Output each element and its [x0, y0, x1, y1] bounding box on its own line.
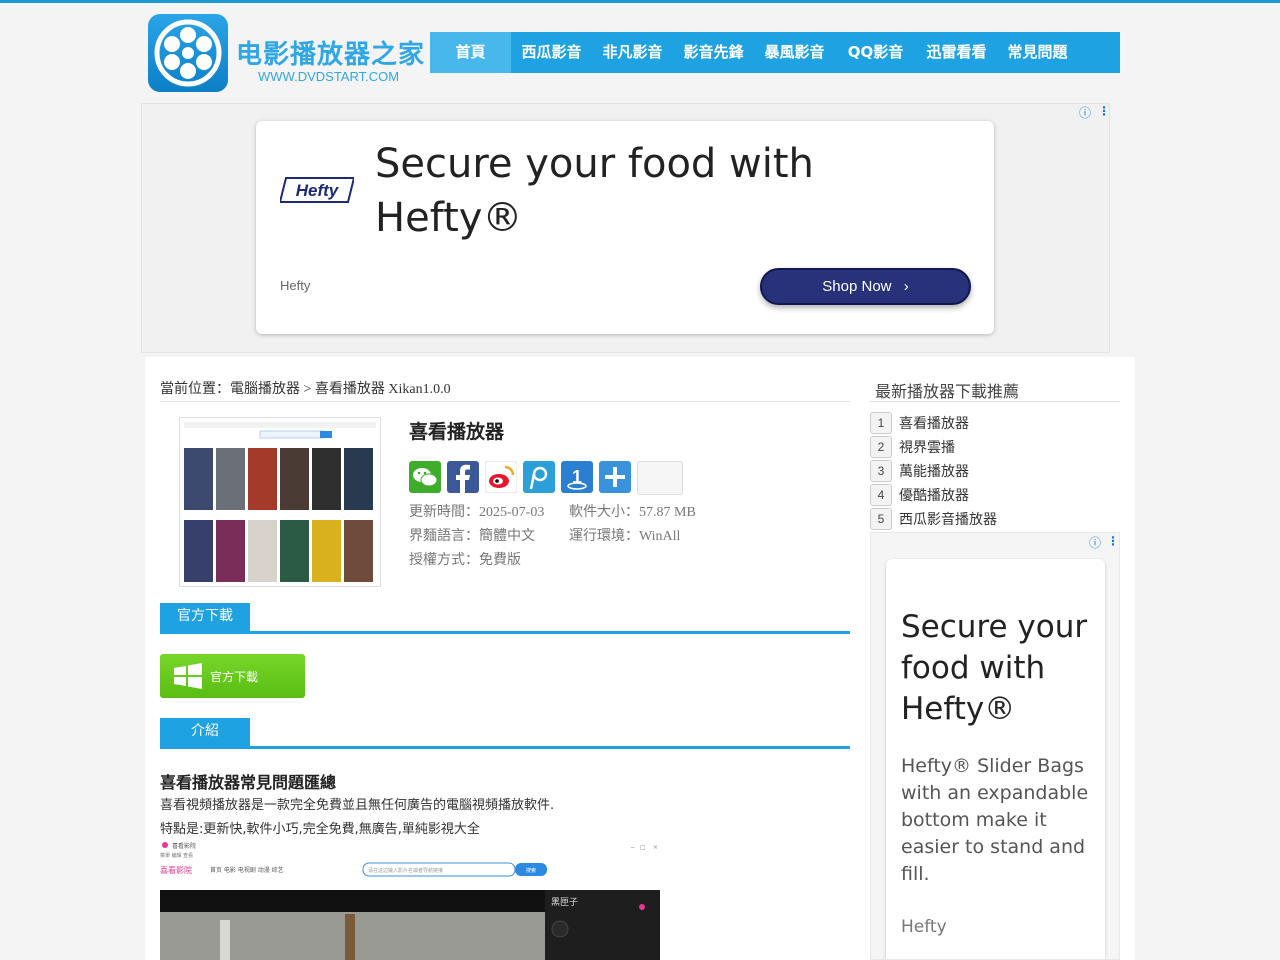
side-ad-card[interactable]: Secure your food with Hefty® Hefty® Slid…: [886, 559, 1105, 959]
share-count-box: [637, 461, 683, 495]
nav-home[interactable]: 首頁: [430, 32, 511, 73]
site-url: WWW.DVDSTART.COM: [258, 69, 400, 84]
official-download-label: 官方下載: [210, 670, 259, 684]
side-ad-info-icon[interactable]: ⓘ: [1089, 534, 1101, 551]
rank-number: 2: [870, 436, 892, 458]
screenshot-app-label: 喜看影院: [172, 842, 196, 850]
meta-license: 授權方式：免費版: [409, 553, 521, 568]
product-thumbnail[interactable]: [179, 417, 381, 587]
rank-number: 4: [870, 484, 892, 506]
meta-size: 軟件大小：57.87 MB: [569, 505, 696, 520]
screenshot-search-button: 搜索: [526, 867, 536, 874]
main-content: 當前位置：電腦播放器 > 喜看播放器 Xikan1.0.0 喜看播放器 1 更新…: [145, 357, 1135, 960]
main-nav: 首頁 西瓜影音 非凡影音 影音先鋒 暴風影音 QQ影音 迅雷看看 常見問題: [430, 32, 1120, 73]
chevron-right-icon: ›: [903, 278, 909, 295]
download-section-tab: 官方下載: [160, 603, 250, 631]
meta-updated: 更新時間：2025-07-03: [409, 505, 545, 520]
site-title[interactable]: 电影播放器之家: [236, 34, 425, 71]
tencent-weibo-icon[interactable]: [523, 461, 555, 493]
sidebar-divider: [870, 401, 1120, 402]
screenshot-menu: 菜單 编辑 查看: [160, 852, 193, 859]
rank-label[interactable]: 視界雲播: [899, 437, 955, 457]
facebook-icon[interactable]: [447, 461, 479, 493]
intro-paragraph-1: 喜看視頻播放器是一款完全免費並且無任何廣告的電腦視頻播放軟件.: [160, 798, 555, 813]
faq-title: 喜看播放器常見問題匯總: [160, 773, 337, 792]
shop-now-button[interactable]: Shop Now ›: [760, 268, 971, 305]
site-logo-icon[interactable]: [148, 14, 228, 92]
meta-language: 界麵語言：簡體中文: [409, 529, 535, 544]
screenshot-tabs: 首页 电影 电视剧 动漫 综艺: [210, 866, 284, 874]
ad-card[interactable]: Hefty Secure your food with Hefty® Hefty…: [256, 121, 994, 334]
app-screenshot: 喜看影院 菜單 编辑 查看 喜看影院 首页 电影 电视剧 动漫 综艺 请在这边输…: [160, 840, 660, 960]
rank-label[interactable]: 優酷播放器: [899, 485, 969, 505]
svg-text:−: −: [630, 844, 635, 851]
nav-xunlei[interactable]: 迅雷看看: [916, 32, 997, 73]
product-title: 喜看播放器: [409, 421, 505, 443]
sidebar-ad[interactable]: ⓘ ⋮ Secure your food with Hefty® Hefty® …: [870, 532, 1120, 960]
renren-icon[interactable]: 1: [561, 461, 593, 493]
shop-now-label: Shop Now: [822, 278, 892, 295]
windows-icon: [174, 663, 202, 689]
top-ad-banner[interactable]: ⓘ ⋮ Hefty Secure your food with Hefty® H…: [141, 103, 1110, 353]
sidebar-title: 最新播放器下載推薦: [875, 382, 1020, 401]
wechat-icon[interactable]: [409, 461, 441, 493]
svg-text:□: □: [640, 844, 646, 851]
screenshot-search: 请在这边输入影片名或者导航链接: [368, 867, 443, 874]
weibo-icon[interactable]: [485, 461, 517, 493]
hefty-logo: Hefty: [278, 175, 356, 205]
nav-baofeng[interactable]: 暴風影音: [754, 32, 835, 73]
nav-qq[interactable]: QQ影音: [835, 32, 916, 73]
intro-paragraph-2: 特點是:更新快,軟件小巧,完全免費,無廣告,單純影視大全: [160, 822, 480, 837]
svg-text:1: 1: [572, 467, 582, 487]
side-ad-body: Hefty® Slider Bags with an expandable bo…: [901, 755, 1089, 885]
rank-label[interactable]: 西瓜影音播放器: [899, 509, 997, 529]
side-ad-headline[interactable]: Secure your food with Hefty®: [901, 607, 1101, 730]
nav-faq[interactable]: 常見問題: [997, 32, 1078, 73]
nav-xigua[interactable]: 西瓜影音: [511, 32, 592, 73]
rank-label[interactable]: 萬能播放器: [899, 461, 969, 481]
hefty-logo-text: Hefty: [296, 181, 340, 200]
official-download-button[interactable]: 官方下載: [160, 654, 305, 698]
share-bar: 1: [409, 461, 683, 495]
rank-number: 1: [870, 412, 892, 434]
screenshot-panel-title: 黑匣子: [551, 897, 578, 908]
ad-menu-icon[interactable]: ⋮: [1098, 104, 1110, 118]
intro-section-header: 介紹: [160, 718, 850, 749]
side-ad-brand: Hefty: [901, 917, 947, 937]
intro-section-tab: 介紹: [160, 718, 250, 746]
breadcrumb-divider: [160, 401, 850, 402]
ad-headline[interactable]: Secure your food with Hefty®: [375, 137, 855, 245]
svg-text:×: ×: [653, 844, 658, 851]
rank-number: 5: [870, 508, 892, 530]
screenshot-brand: 喜看影院: [160, 865, 192, 875]
ad-brand: Hefty: [280, 278, 311, 293]
side-ad-menu-icon[interactable]: ⋮: [1107, 534, 1119, 548]
breadcrumb: 當前位置：電腦播放器 > 喜看播放器 Xikan1.0.0: [160, 382, 451, 397]
meta-env: 運行環境：WinAll: [569, 529, 681, 544]
top-accent-line: [0, 0, 1280, 3]
rank-label[interactable]: 喜看播放器: [899, 413, 969, 433]
more-share-icon[interactable]: [599, 461, 631, 493]
nav-yingyin-xianfeng[interactable]: 影音先鋒: [673, 32, 754, 73]
nav-feifan[interactable]: 非凡影音: [592, 32, 673, 73]
ad-info-icon[interactable]: ⓘ: [1079, 104, 1091, 121]
rank-number: 3: [870, 460, 892, 482]
download-section-header: 官方下載: [160, 603, 850, 634]
